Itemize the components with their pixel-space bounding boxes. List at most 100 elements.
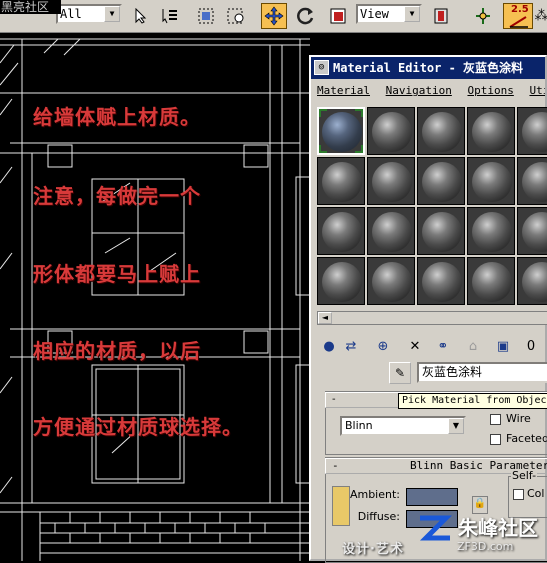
assign-to-selection-button[interactable]: ⊕ [373,337,393,357]
eyedropper-icon: ✎ [395,366,405,380]
faceted-checkbox[interactable] [490,434,501,445]
put-to-scene-button[interactable]: ⇄ [341,337,361,357]
scroll-left-icon[interactable]: ◄ [318,312,332,324]
reference-coord-value: View [360,7,389,21]
material-sphere-preview [322,212,362,252]
faceted-label: Faceted [506,432,547,445]
select-object-button[interactable] [128,3,154,29]
material-sphere-preview [522,212,547,252]
percent-snap-button[interactable]: ⁂ [536,3,547,29]
bottom-right-watermark: 朱峰社区 设计·艺术 ZF3D.com [312,508,547,561]
material-sample-slot[interactable] [517,107,547,155]
shader-type-dropdown[interactable]: Blinn ▼ [340,416,466,436]
rectangle-region-icon [197,7,215,25]
menu-material[interactable]: Material [317,84,370,97]
select-and-rotate-button[interactable] [293,3,319,29]
rectangular-selection-button[interactable] [193,3,219,29]
close-x-icon: ✕ [410,339,421,354]
material-sample-slot[interactable] [367,107,415,155]
pick-material-tooltip: Pick Material from Object [398,393,547,409]
menu-utilities[interactable]: Utilities [529,84,545,97]
material-sample-slot[interactable] [417,207,465,255]
material-sample-slot[interactable] [317,207,365,255]
get-material-button[interactable]: ● [319,337,339,357]
select-and-move-button[interactable] [261,3,287,29]
collapse-minus: - [332,459,339,473]
instruction-note-3: 形体都要马上赋上 [33,258,201,287]
selection-filter-value: All [60,7,82,21]
brand-url: ZF3D.com [457,540,513,553]
material-sphere-preview [472,262,512,302]
effects-channel-icon: ▣ [497,339,509,354]
material-sphere-preview [422,112,462,152]
reference-coord-dropdown[interactable]: View ▼ [356,4,422,24]
material-sample-slot[interactable] [417,257,465,305]
material-sample-slot[interactable] [317,257,365,305]
material-sample-slot[interactable] [467,207,515,255]
material-sample-slot[interactable] [367,207,415,255]
material-sample-slot[interactable] [367,157,415,205]
cursor-arrow-icon [134,8,148,24]
material-editor-titlebar[interactable]: ◎ Material Editor - 灰蓝色涂料 [311,57,545,79]
shader-basic-parameters-rollout: - Pick Material from Object Blinn ▼ Wire… [325,391,547,455]
reset-map-button[interactable]: ✕ [405,337,425,357]
material-sample-slot[interactable] [367,257,415,305]
angle-snap-toggle[interactable]: 2.5 [503,3,533,29]
sample-slots-scrollbar[interactable]: ◄ [317,311,547,325]
material-sample-slot[interactable] [517,207,547,255]
selection-filter-dropdown[interactable]: All ▼ [56,4,122,24]
chevron-down-icon[interactable]: ▼ [404,6,420,22]
hot-material-corner [355,145,363,153]
material-sample-slot[interactable] [467,157,515,205]
collapse-minus: - [332,394,336,405]
material-editor-menubar: Material Navigation Options Utilities [311,81,545,101]
hot-material-corner [319,145,327,153]
material-sphere-preview [422,212,462,252]
material-sphere-preview [372,112,412,152]
material-sphere-preview [522,262,547,302]
put-to-library-button[interactable]: ⌂ [463,337,483,357]
material-sample-slot[interactable] [467,107,515,155]
material-sample-slot[interactable] [417,157,465,205]
material-sphere-preview [472,112,512,152]
material-sample-slot[interactable] [467,257,515,305]
make-unique-button[interactable]: ⚭ [433,337,453,357]
select-and-manipulate-button[interactable] [470,3,496,29]
material-sphere-preview [422,162,462,202]
chevron-down-icon[interactable]: ▼ [448,418,464,434]
pivot-center-button[interactable] [428,3,454,29]
scale-icon [329,7,347,25]
material-sample-slot[interactable] [317,107,365,155]
chevron-down-icon[interactable]: ▼ [104,6,120,22]
show-map-button[interactable]: 0 [521,337,541,357]
window-crossing-button[interactable] [223,3,249,29]
percent-snap-icon: ⁂ [535,8,547,24]
pick-material-button[interactable]: ✎ [389,362,411,384]
show-map-icon: 0 [527,339,535,354]
select-by-name-button[interactable] [157,3,183,29]
main-toolbar: All ▼ View ▼ 2.5 ⁂ [0,0,547,33]
menu-navigation[interactable]: Navigation [386,84,452,97]
material-effects-channel-button[interactable]: ▣ [493,337,513,357]
self-illum-color-checkbox[interactable] [513,489,524,500]
menu-options[interactable]: Options [467,84,513,97]
wire-checkbox[interactable] [490,414,501,425]
material-sample-slot[interactable] [517,157,547,205]
material-sphere-preview [322,162,362,202]
material-name-field[interactable]: 灰蓝色涂料 [417,362,547,383]
window-crossing-icon [226,7,246,25]
material-editor-window[interactable]: ◎ Material Editor - 灰蓝色涂料 Material Navig… [309,55,547,561]
select-and-scale-button[interactable] [325,3,351,29]
material-sample-slot[interactable] [317,157,365,205]
ambient-color-swatch[interactable] [406,488,458,506]
assign-to-selection-icon: ⊕ [378,339,389,354]
material-sample-slot[interactable] [417,107,465,155]
material-sphere-preview [522,162,547,202]
material-sphere-preview [472,212,512,252]
hot-material-corner [319,109,327,117]
angle-snap-label: 2.5 [511,4,529,15]
brand-logo-icon [416,510,454,546]
material-sample-slot[interactable] [517,257,547,305]
material-sphere-preview [372,162,412,202]
material-sphere-preview [472,162,512,202]
